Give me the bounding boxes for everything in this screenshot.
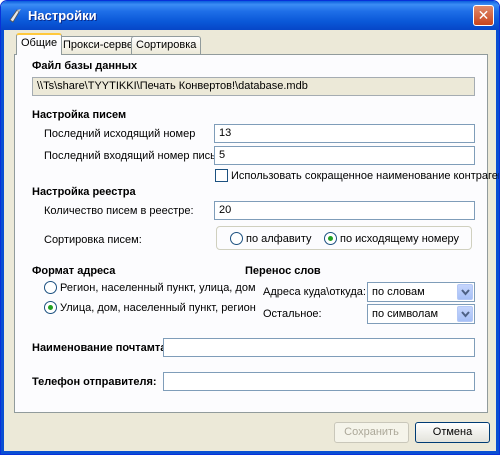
word-wrap-heading: Перенос слов — [245, 265, 321, 277]
chevron-down-icon[interactable] — [457, 306, 473, 322]
registry-count-label: Количество писем в реестре: — [44, 205, 194, 217]
database-heading: Файл базы данных — [32, 60, 138, 72]
sort-alphabet-radio[interactable] — [230, 232, 243, 245]
title-bar[interactable]: Настройки ✕ — [1, 1, 499, 30]
close-icon: ✕ — [477, 7, 490, 23]
sort-outgoing-radio[interactable] — [324, 232, 337, 245]
window-title: Настройки — [28, 8, 97, 23]
window-frame-bottom — [1, 451, 499, 454]
last-incoming-value: 5 — [219, 149, 226, 161]
address-format-heading: Формат адреса — [32, 265, 116, 277]
database-path-field[interactable]: \\Ts\share\TYYTIKKI\Печать Конвертов!\da… — [32, 77, 475, 96]
address-street-first-radio[interactable] — [44, 301, 57, 314]
window-frame-left — [1, 30, 4, 454]
sort-outgoing-label[interactable]: по исходящему номеру — [340, 233, 459, 245]
address-region-first-label[interactable]: Регион, населенный пункт, улица, дом — [60, 282, 256, 294]
chevron-down-icon[interactable] — [457, 284, 473, 300]
save-button-label: Сохранить — [344, 426, 399, 438]
app-icon — [9, 9, 21, 23]
tab-general[interactable]: Общие — [16, 33, 63, 55]
address-region-first-radio[interactable] — [44, 281, 57, 294]
last-incoming-label: Последний входящий номер письма: — [44, 150, 233, 162]
address-street-first-label[interactable]: Улица, дом, населенный пункт, регион — [60, 302, 256, 314]
word-wrap-other-select[interactable]: по символам — [367, 304, 475, 324]
cancel-button[interactable]: Отмена — [415, 422, 490, 443]
short-name-checkbox[interactable] — [215, 169, 228, 182]
sender-phone-label: Телефон отправителя: — [32, 376, 157, 388]
tab-general-label: Общие — [21, 37, 58, 49]
save-button[interactable]: Сохранить — [334, 422, 409, 443]
registry-count-input[interactable]: 20 — [214, 201, 475, 220]
settings-window: Настройки ✕ Общие Прокси-сервер Сортиров… — [0, 0, 500, 455]
last-outgoing-value: 13 — [219, 127, 232, 139]
registry-heading: Настройка реестра — [32, 186, 136, 198]
word-wrap-other-label: Остальное: — [263, 308, 322, 320]
word-wrap-address-value: по словам — [372, 286, 425, 298]
last-incoming-input[interactable]: 5 — [214, 146, 475, 165]
post-office-input[interactable] — [163, 338, 475, 357]
window-frame-right — [496, 30, 499, 454]
word-wrap-address-label: Адреса куда\откуда: — [263, 286, 366, 298]
word-wrap-address-select[interactable]: по словам — [367, 282, 475, 302]
sender-phone-input[interactable] — [163, 372, 475, 391]
registry-count-value: 20 — [219, 204, 232, 216]
tab-sorting[interactable]: Сортировка — [131, 36, 202, 54]
cancel-button-label: Отмена — [432, 426, 473, 438]
last-outgoing-input[interactable]: 13 — [214, 124, 475, 143]
registry-sort-label: Сортировка писем: — [44, 234, 142, 246]
sort-alphabet-label[interactable]: по алфавиту — [246, 233, 311, 245]
close-button[interactable]: ✕ — [473, 5, 494, 26]
tab-proxy-label: Прокси-сервер — [63, 39, 140, 51]
database-path-value: \\Ts\share\TYYTIKKI\Печать Конвертов!\da… — [37, 80, 308, 92]
post-office-label: Наименование почтамта: — [32, 342, 171, 354]
last-outgoing-label: Последний исходящий номер — [44, 128, 196, 140]
letters-heading: Настройка писем — [32, 109, 127, 121]
tab-sorting-label: Сортировка — [136, 39, 197, 51]
word-wrap-other-value: по символам — [372, 308, 439, 320]
short-name-checkbox-label[interactable]: Использовать сокращенное наименование ко… — [231, 170, 499, 182]
